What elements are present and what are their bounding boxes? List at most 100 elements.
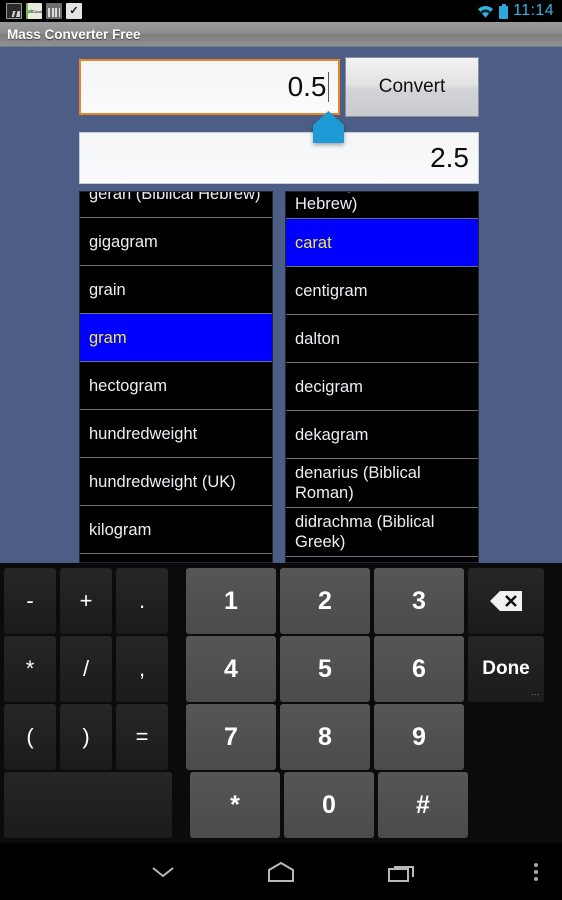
key-label: ( bbox=[26, 724, 34, 749]
list-item[interactable]: bekah (Biblical Hebrew) bbox=[286, 192, 478, 219]
app-screen: Basic Android ✓ 11:14 Mass Converter Fre… bbox=[0, 0, 562, 900]
key-label: - bbox=[26, 588, 34, 613]
recents-icon[interactable] bbox=[379, 852, 424, 892]
convert-button[interactable]: Convert bbox=[345, 57, 479, 117]
to-unit-list[interactable]: bekah (Biblical Hebrew) carat centigram dal… bbox=[285, 191, 479, 563]
key-label: 4 bbox=[224, 654, 238, 683]
wifi-icon bbox=[477, 5, 494, 18]
basic4android-icon-sublabel: Android bbox=[34, 9, 42, 14]
key-done-hint: ∙∙∙ bbox=[531, 692, 540, 699]
key-label: . bbox=[138, 588, 146, 613]
to-unit-label: decigram bbox=[295, 377, 363, 396]
status-clock: 11:14 bbox=[513, 2, 554, 19]
keyboard-gap bbox=[174, 771, 188, 839]
key-num-7[interactable]: 7 bbox=[186, 704, 276, 770]
basic4android-icon: Basic Android bbox=[26, 3, 42, 19]
from-unit-label: gerah (Biblical Hebrew) bbox=[89, 191, 261, 203]
key-done-label: Done bbox=[482, 658, 530, 679]
list-item[interactable]: hectogram bbox=[80, 362, 272, 410]
key-label: 2 bbox=[318, 586, 332, 615]
from-unit-label: grain bbox=[89, 280, 126, 299]
key-fn-0-2[interactable]: . bbox=[116, 568, 168, 634]
key-fn-0-0[interactable]: - bbox=[4, 568, 56, 634]
list-item[interactable]: denarius (Biblical Roman) bbox=[286, 459, 478, 508]
list-item[interactable]: gerah (Biblical Hebrew) bbox=[80, 191, 272, 218]
key-num-8[interactable]: 8 bbox=[280, 704, 370, 770]
keyboard-gap bbox=[470, 771, 546, 839]
from-unit-label: gram bbox=[89, 328, 127, 347]
key-label: , bbox=[138, 656, 146, 681]
list-item[interactable]: grain bbox=[80, 266, 272, 314]
key-label: 5 bbox=[318, 654, 332, 683]
value-input[interactable]: 0.5 bbox=[79, 59, 340, 115]
key-fn-2-2[interactable]: = bbox=[116, 704, 168, 770]
keyboard-row: - +. 1 2 3 bbox=[2, 567, 560, 635]
list-item[interactable]: kilogram bbox=[80, 506, 272, 554]
checklist-icon: ✓ bbox=[66, 3, 82, 19]
title-bar: Mass Converter Free bbox=[0, 22, 562, 47]
key-num-3[interactable]: 3 bbox=[374, 568, 464, 634]
list-item[interactable]: centigram bbox=[286, 267, 478, 315]
key-backspace[interactable] bbox=[468, 568, 544, 634]
list-item[interactable]: decigram bbox=[286, 363, 478, 411]
chart-icon bbox=[46, 3, 62, 19]
key-num-2[interactable]: 2 bbox=[280, 568, 370, 634]
list-item[interactable]: dekagram bbox=[286, 411, 478, 459]
key-label: * bbox=[25, 656, 35, 681]
system-nav-bar bbox=[0, 843, 562, 900]
status-notification-icons: Basic Android ✓ bbox=[0, 3, 82, 19]
to-unit-label: dekagram bbox=[295, 425, 369, 444]
list-item[interactable]: dalton bbox=[286, 315, 478, 363]
basic4android-icon-label: Basic bbox=[26, 8, 35, 15]
key-num-9[interactable]: 9 bbox=[374, 704, 464, 770]
list-item[interactable]: carat bbox=[286, 219, 478, 267]
result-output[interactable]: 2.5 bbox=[79, 132, 479, 184]
key-fn-0-1[interactable]: + bbox=[60, 568, 112, 634]
list-item[interactable]: hundredweight (UK) bbox=[80, 458, 272, 506]
key-label: 6 bbox=[412, 654, 426, 683]
key-num-#[interactable]: # bbox=[378, 772, 468, 838]
keyboard-row: () = 7 8 9 bbox=[2, 703, 560, 771]
key-label: 3 bbox=[412, 586, 426, 615]
key-label: 7 bbox=[224, 722, 238, 751]
overflow-menu-icon[interactable] bbox=[521, 852, 551, 892]
battery-icon bbox=[499, 3, 509, 19]
home-icon[interactable] bbox=[258, 852, 303, 892]
key-fn-1-1[interactable]: / bbox=[60, 636, 112, 702]
key-fn-2-1[interactable]: ) bbox=[60, 704, 112, 770]
numeric-keyboard[interactable]: - +. 1 2 3 * /, 4 5 6 Done ∙∙∙ () = 7 8 9 * 0 # bbox=[0, 563, 562, 843]
from-unit-label: kilogram bbox=[89, 520, 152, 539]
key-num-1[interactable]: 1 bbox=[186, 568, 276, 634]
key-label: * bbox=[230, 790, 240, 819]
text-cursor-handle[interactable] bbox=[313, 111, 344, 143]
key-fn-2-0[interactable]: ( bbox=[4, 704, 56, 770]
key-num-4[interactable]: 4 bbox=[186, 636, 276, 702]
keyboard-gap bbox=[170, 703, 184, 771]
from-unit-label: hundredweight bbox=[89, 424, 198, 443]
to-unit-label: dalton bbox=[295, 329, 340, 348]
key-fn-1-2[interactable]: , bbox=[116, 636, 168, 702]
from-unit-label: hundredweight (UK) bbox=[89, 472, 236, 491]
status-bar: Basic Android ✓ 11:14 bbox=[0, 0, 562, 22]
key-fn-1-0[interactable]: * bbox=[4, 636, 56, 702]
keyboard-gap bbox=[466, 703, 542, 771]
key-num-5[interactable]: 5 bbox=[280, 636, 370, 702]
key-num-*[interactable]: * bbox=[190, 772, 280, 838]
list-item[interactable]: gram bbox=[80, 314, 272, 362]
from-unit-list[interactable]: gerah (Biblical Hebrew) gigagram grain gram… bbox=[79, 191, 273, 563]
key-num-0[interactable]: 0 bbox=[284, 772, 374, 838]
key-num-6[interactable]: 6 bbox=[374, 636, 464, 702]
key-label: ) bbox=[82, 724, 90, 749]
value-input-text: 0.5 bbox=[287, 71, 327, 102]
chevron-down-icon[interactable] bbox=[140, 852, 185, 892]
list-item[interactable]: hundredweight bbox=[80, 410, 272, 458]
key-space[interactable] bbox=[4, 772, 172, 838]
from-unit-label: hectogram bbox=[89, 376, 167, 395]
from-unit-label: gigagram bbox=[89, 232, 158, 251]
key-label: # bbox=[416, 790, 430, 819]
list-item[interactable]: gigagram bbox=[80, 218, 272, 266]
key-done[interactable]: Done ∙∙∙ bbox=[468, 636, 544, 702]
backspace-icon bbox=[489, 590, 523, 612]
list-item[interactable]: didrachma (Biblical Greek) bbox=[286, 508, 478, 557]
to-unit-label: carat bbox=[295, 233, 332, 252]
